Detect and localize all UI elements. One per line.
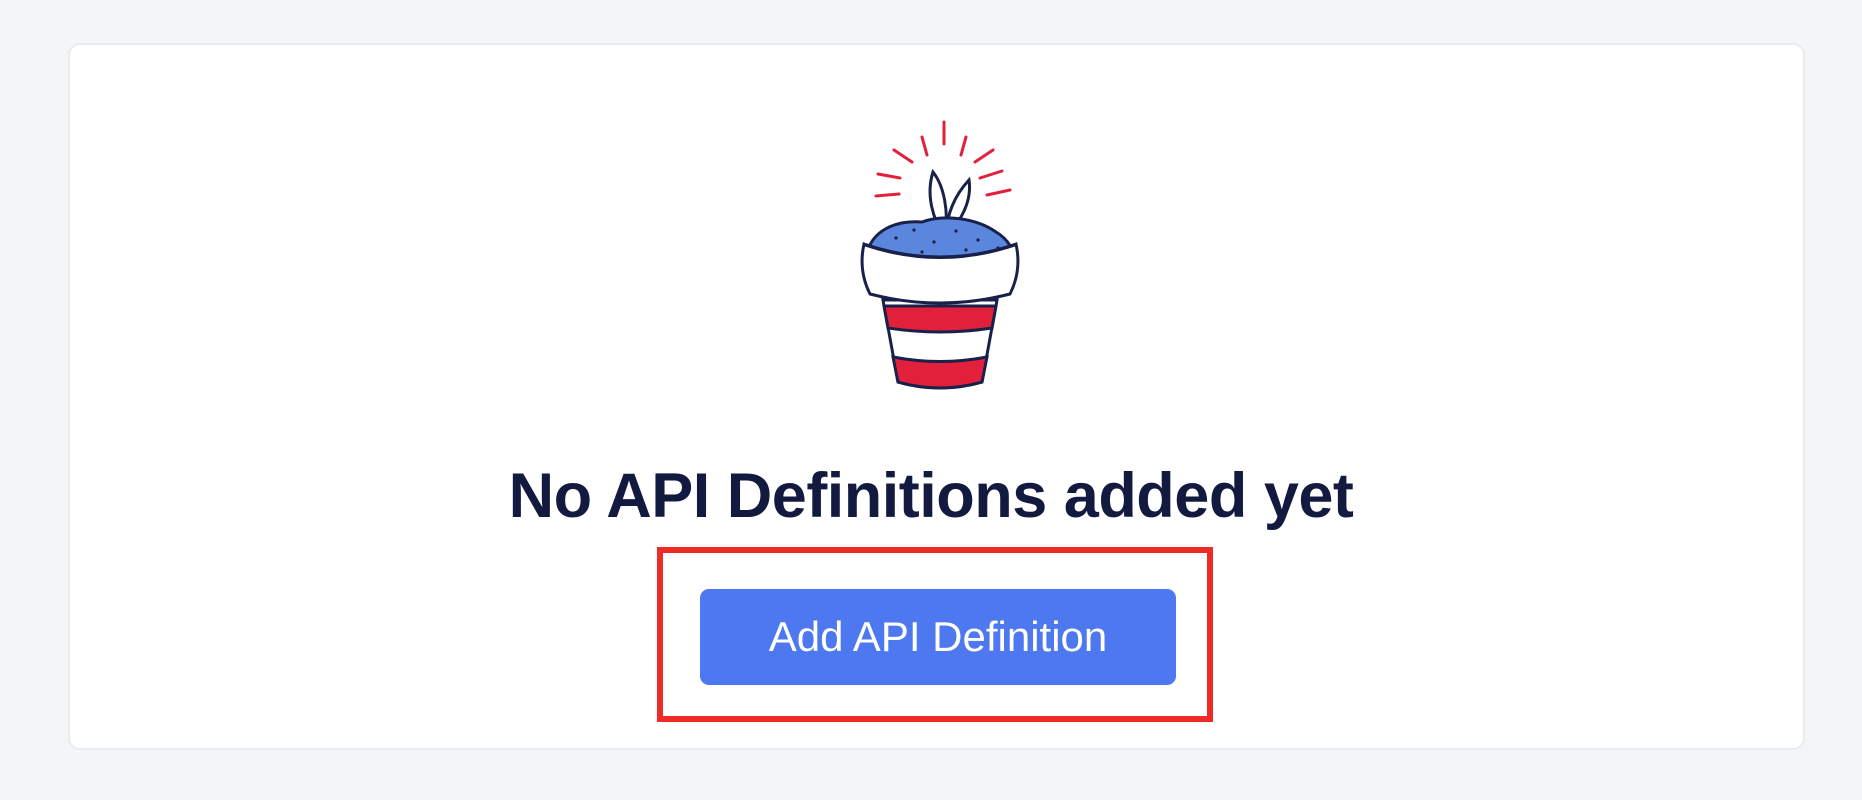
add-api-definition-button[interactable]: Add API Definition — [700, 589, 1176, 685]
empty-state-title: No API Definitions added yet — [508, 461, 1354, 531]
sparkle-icon — [874, 120, 1012, 198]
plant-pot-icon — [856, 114, 1022, 399]
